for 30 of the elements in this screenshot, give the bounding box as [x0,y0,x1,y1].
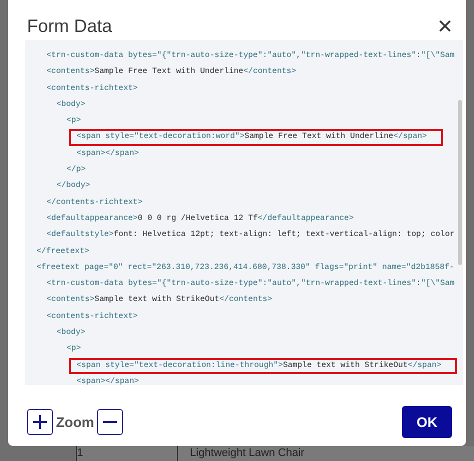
code-line: <p> [66,115,82,128]
dialog-title: Form Data [27,16,112,36]
code-line: </freetext> [36,246,90,258]
close-icon[interactable] [439,20,451,32]
zoom-out-button[interactable] [97,408,124,434]
ok-button[interactable]: OK [402,406,452,438]
minus-icon [103,420,118,422]
code-line: <span></span> [76,376,140,385]
scrollbar[interactable] [458,100,462,265]
code-line: <body> [56,327,86,340]
code-line: <contents>Sample Free Text with Underline</contents> [46,66,298,78]
code-line: <contents-richtext> [46,82,139,95]
table-cell: Lightweight Lawn Chair [177,446,304,461]
code-line: <contents>Sample text with StrikeOut</contents> [46,294,274,306]
code-line: <contents-richtext> [46,310,139,323]
code-line: <trn-custom-data bytes="{"trn-auto-size-type":"auto","trn-wrapped-text-lines":"[\"Sam [46,50,456,62]
plus-icon [33,414,47,428]
code-line: <defaultappearance>0 0 0 rg /Helvetica 12 Tf</defaultappearance> [46,212,355,225]
code-line: </p> [66,164,87,176]
code-line: <freetext page="0" rect="263.310,723.236,414.680,738.330" flags="print" name="d2b1858f- [36,262,456,274]
code-line: </body> [56,180,92,192]
zoom-in-button[interactable] [27,408,53,434]
code-line: <body> [56,98,86,111]
code-line: </contents-richtext> [46,196,144,209]
zoom-label: Zoom [56,414,94,430]
code-line: <defaultstyle>font: Helvetica 12pt; text-align: left; text-vertical-align: top; color [46,229,456,242]
table-cell-text: 1 [77,446,84,461]
code-line: <p> [66,343,82,356]
code-line: <span></span> [76,148,140,160]
code-line: <trn-custom-data bytes="{"trn-auto-size-type":"auto","trn-wrapped-text-lines":"[\"Sam [46,278,456,290]
